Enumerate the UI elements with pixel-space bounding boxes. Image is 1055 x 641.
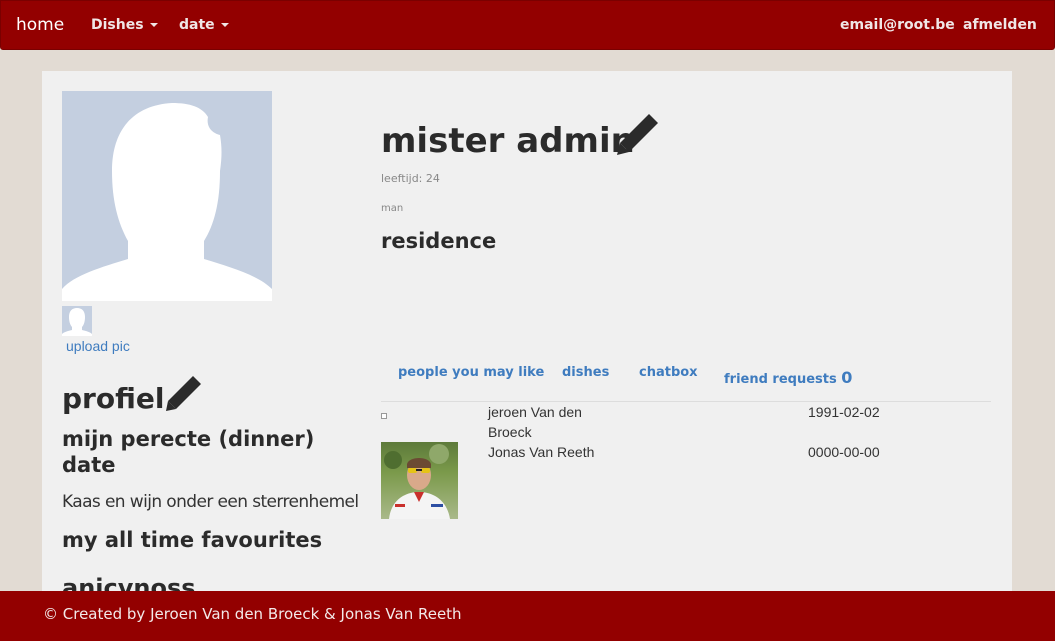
favourites-heading: my all time favourites [62,528,323,552]
broken-image-icon [381,413,387,419]
profile-age: leeftijd: 24 [381,172,440,185]
person-photo-image [384,444,450,519]
person-date: 1991-02-02 [808,404,880,420]
edit-pencil-icon[interactable] [615,111,661,157]
profile-name: mister admin [381,121,635,161]
tab-friend-requests-label: friend requests [724,372,837,387]
profile-thumbnail[interactable] [62,306,92,336]
top-navbar: home Dishes date email@root.be afmelden [0,0,1055,50]
nav-date-dropdown[interactable]: date [179,1,229,49]
caret-down-icon [149,23,158,27]
friend-requests-count: 0 [841,368,853,387]
perfect-date-text: Kaas en wijn onder een sterrenhemel [62,492,359,512]
nav-logout-link[interactable]: afmelden [963,1,1037,49]
person-date: 0000-00-00 [808,444,880,460]
profile-tabs: people you may like dishes chatbox frien… [381,355,991,402]
profile-gender: man [381,203,404,214]
profile-heading: profiel [62,382,165,415]
tab-chatbox[interactable]: chatbox [639,365,698,380]
profile-avatar [62,91,272,301]
perfect-date-heading: mijn perecte (dinner) date [62,427,315,477]
nav-dishes-label: Dishes [91,17,144,33]
nav-email-link[interactable]: email@root.be [840,1,955,49]
tab-dishes[interactable]: dishes [562,365,609,380]
footer-credits: © Created by Jeroen Van den Broeck & Jon… [43,605,462,623]
page-footer: © Created by Jeroen Van den Broeck & Jon… [0,591,1055,641]
upload-pic-link[interactable]: upload pic [66,338,130,354]
profile-panel: upload pic mister admin leeftijd: 24 man… [42,71,1012,631]
person-photo[interactable] [381,442,458,519]
edit-pencil-icon[interactable] [164,373,204,413]
nav-dishes-dropdown[interactable]: Dishes [91,1,158,49]
person-silhouette-icon [62,308,92,336]
residence-heading: residence [381,229,497,253]
person-silhouette-icon [62,103,272,301]
nav-home-link[interactable]: home [16,1,64,49]
caret-down-icon [220,23,229,27]
tab-friend-requests[interactable]: friend requests 0 [724,368,852,387]
person-name[interactable]: Jonas Van Reeth [488,442,594,462]
tab-people-you-may-like[interactable]: people you may like [398,365,544,380]
nav-date-label: date [179,17,215,33]
person-name[interactable]: jeroen Van den Broeck [488,402,608,442]
